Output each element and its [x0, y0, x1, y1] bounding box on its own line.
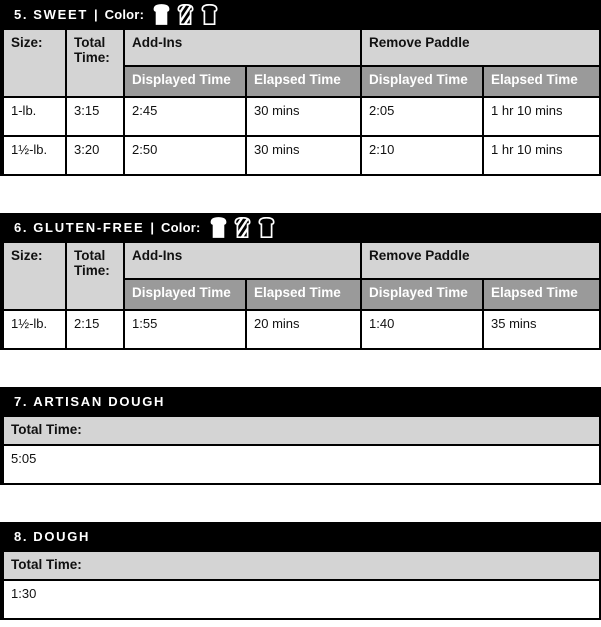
table-row: 1½-lb. 3:20 2:50 30 mins 2:10 1 hr 10 mi… [2, 135, 601, 176]
header-size: Size: [2, 241, 67, 311]
section-title-bar-sweet: 5. SWEET | Color: [0, 0, 601, 28]
cell-paddle-elapsed: 1 hr 10 mins [481, 96, 601, 137]
header-addins-elapsed-time: Elapsed Time [245, 278, 362, 311]
header-addins-displayed-time: Displayed Time [123, 65, 247, 98]
cell-addins-displayed: 2:50 [123, 135, 247, 176]
section-sweet: 5. SWEET | Color: Size: Total Time: Add-… [0, 0, 601, 176]
cell-paddle-elapsed: 35 mins [481, 309, 601, 350]
table-header-row: Total Time: [2, 550, 601, 581]
medium-crust-icon[interactable] [177, 3, 194, 25]
section-number-sweet: 5. [14, 6, 29, 22]
header-addins-displayed-time: Displayed Time [123, 278, 247, 311]
cell-total-time: 3:15 [65, 96, 125, 137]
timing-table-gluten-free: Size: Total Time: Add-Ins Remove Paddle … [2, 241, 601, 350]
section-name-dough: DOUGH [33, 528, 91, 544]
section-artisan-dough: 7. ARTISAN DOUGH Total Time: 5:05 [0, 387, 601, 485]
section-number-gluten-free: 6. [14, 219, 29, 235]
header-total-time: Total Time: [65, 28, 125, 98]
section-spacer [0, 178, 601, 213]
timing-table-artisan-dough: Total Time: 5:05 [2, 415, 601, 485]
color-icon-row-sweet [153, 3, 218, 25]
header-size: Size: [2, 28, 67, 98]
cell-addins-displayed: 1:55 [123, 309, 247, 350]
cell-paddle-elapsed: 1 hr 10 mins [481, 135, 601, 176]
section-number-artisan-dough: 7. [14, 393, 29, 409]
dark-crust-icon[interactable] [257, 216, 275, 238]
section-spacer [0, 352, 601, 387]
title-separator: | [150, 219, 155, 235]
header-remove-paddle: Remove Paddle [359, 28, 601, 67]
header-add-ins: Add-Ins [123, 241, 362, 280]
header-paddle-displayed-time: Displayed Time [360, 65, 484, 98]
cell-total-time-value: 5:05 [2, 444, 601, 485]
timing-table-dough: Total Time: 1:30 [2, 550, 601, 620]
cell-addins-elapsed: 20 mins [245, 309, 362, 350]
table-row: 1-lb. 3:15 2:45 30 mins 2:05 1 hr 10 min… [2, 96, 601, 137]
header-paddle-displayed-time: Displayed Time [360, 278, 484, 311]
header-add-ins: Add-Ins [123, 28, 362, 67]
cell-paddle-displayed: 2:10 [360, 135, 484, 176]
color-label-gluten-free: Color: [161, 219, 201, 235]
cell-size: 1-lb. [2, 96, 67, 137]
cell-total-time: 2:15 [65, 309, 125, 350]
header-addins-elapsed-time: Elapsed Time [245, 65, 362, 98]
header-paddle-elapsed-time: Elapsed Time [481, 278, 601, 311]
header-total-time: Total Time: [2, 550, 601, 581]
light-crust-icon[interactable] [210, 216, 227, 238]
cell-paddle-displayed: 2:05 [360, 96, 484, 137]
section-title-bar-artisan-dough: 7. ARTISAN DOUGH [0, 387, 601, 415]
medium-crust-icon[interactable] [233, 216, 251, 238]
table-row: 5:05 [2, 444, 601, 485]
table-row: 1½-lb. 2:15 1:55 20 mins 1:40 35 mins [2, 309, 601, 350]
section-gluten-free: 6. GLUTEN-FREE | Color: Size: Total Time… [0, 213, 601, 350]
cell-paddle-displayed: 1:40 [360, 309, 484, 350]
title-separator: | [93, 6, 98, 22]
section-title-bar-gluten-free: 6. GLUTEN-FREE | Color: [0, 213, 601, 241]
table-row: 1:30 [2, 579, 601, 620]
cell-addins-elapsed: 30 mins [245, 96, 362, 137]
cell-total-time: 3:20 [65, 135, 125, 176]
header-paddle-elapsed-time: Elapsed Time [481, 65, 601, 98]
cell-size: 1½-lb. [2, 135, 67, 176]
timing-table-sweet: Size: Total Time: Add-Ins Remove Paddle … [2, 28, 601, 176]
cell-total-time-value: 1:30 [2, 579, 601, 620]
section-name-gluten-free: GLUTEN-FREE [33, 219, 145, 235]
table-header-row-top: Size: Total Time: Add-Ins Remove Paddle [2, 241, 601, 311]
section-number-dough: 8. [14, 528, 29, 544]
dark-crust-icon[interactable] [201, 3, 218, 25]
section-name-sweet: SWEET [33, 6, 88, 22]
header-total-time: Total Time: [65, 241, 125, 311]
section-title-bar-dough: 8. DOUGH [0, 522, 601, 550]
timing-chart-page: 5. SWEET | Color: Size: Total Time: Add-… [0, 0, 601, 627]
cell-addins-displayed: 2:45 [123, 96, 247, 137]
section-name-artisan-dough: ARTISAN DOUGH [33, 393, 166, 409]
header-remove-paddle: Remove Paddle [359, 241, 601, 280]
cell-size: 1½-lb. [2, 309, 67, 350]
table-header-row-top: Size: Total Time: Add-Ins Remove Paddle [2, 28, 601, 98]
section-dough: 8. DOUGH Total Time: 1:30 [0, 522, 601, 620]
header-total-time: Total Time: [2, 415, 601, 446]
color-label-sweet: Color: [104, 6, 145, 22]
cell-addins-elapsed: 30 mins [245, 135, 362, 176]
light-crust-icon[interactable] [153, 3, 170, 25]
color-icon-row-gluten-free [210, 216, 275, 238]
table-header-row: Total Time: [2, 415, 601, 446]
section-spacer [0, 487, 601, 522]
